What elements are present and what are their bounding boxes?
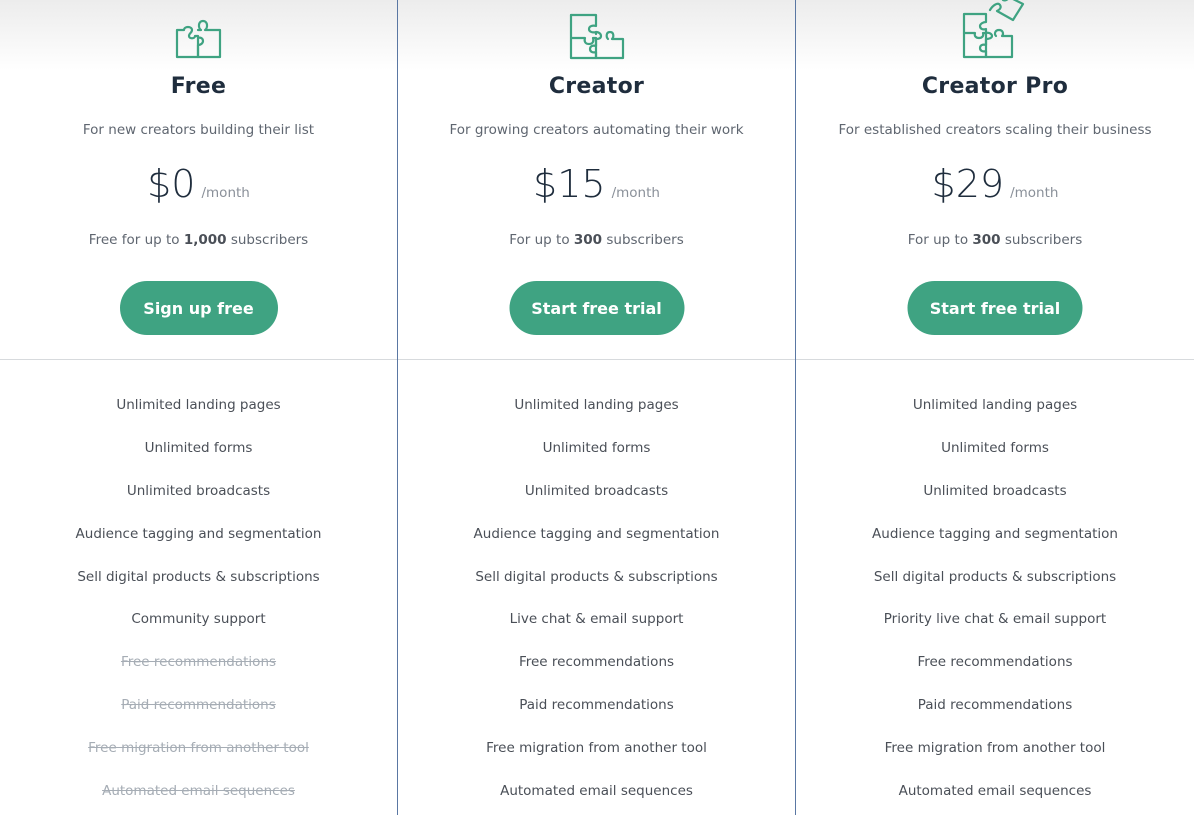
subscriber-limit-prefix: Free for up to — [88, 232, 184, 248]
plan-card-creator-pro: Creator Pro For established creators sca… — [796, 0, 1194, 815]
subscriber-limit-prefix: For up to — [509, 232, 574, 248]
price-row: $0/month — [0, 162, 397, 206]
feature-item: Free recommendations — [518, 654, 675, 671]
price-period: /month — [201, 185, 250, 201]
feature-item: Paid recommendations — [917, 697, 1073, 714]
feature-list: Unlimited landing pages Unlimited forms Un… — [398, 396, 795, 825]
feature-item-unavailable: Free migration from another tool — [88, 740, 309, 757]
feature-item: Free migration from another tool — [486, 740, 707, 757]
feature-item: Priority live chat & email support — [883, 611, 1107, 628]
plan-price: $15 — [533, 162, 606, 206]
subscriber-limit-prefix: For up to — [907, 232, 973, 248]
subscriber-limit-suffix: subscribers — [1000, 232, 1083, 248]
price-row: $15/month — [398, 162, 795, 206]
feature-item: Free migration from another tool — [884, 740, 1106, 757]
feature-item: Unlimited forms — [144, 439, 253, 456]
plan-name: Free — [170, 74, 227, 99]
feature-item: Unlimited forms — [941, 439, 1049, 456]
subscriber-limit: Free for up to 1,000 subscribers — [0, 232, 397, 248]
puzzle-icon — [175, 19, 221, 59]
feature-list: Unlimited landing pages Unlimited forms Un… — [0, 396, 397, 825]
feature-item: Free recommendations — [917, 654, 1073, 671]
price-period: /month — [1010, 185, 1059, 201]
plan-card-free: Free For new creators building their lis… — [0, 0, 397, 815]
feature-item: Unlimited broadcasts — [923, 482, 1067, 499]
feature-item: Paid recommendations — [519, 697, 674, 714]
plan-description: For new creators building their list — [82, 122, 315, 138]
plan-description: For growing creators automating their wo… — [449, 122, 744, 138]
subscriber-limit: For up to 300 subscribers — [398, 232, 795, 248]
feature-item: Unlimited forms — [542, 439, 651, 456]
feature-item: Audience tagging and segmentation — [473, 525, 720, 542]
plan-price: $0 — [147, 162, 196, 206]
price-row: $29/month — [796, 162, 1194, 206]
start-free-trial-button[interactable]: Start free trial — [509, 281, 684, 335]
feature-item-unavailable: Free recommendations — [120, 654, 277, 671]
subscriber-count: 1,000 — [183, 232, 227, 248]
subscriber-limit: For up to 300 subscribers — [796, 232, 1194, 248]
puzzle-icon — [569, 13, 624, 60]
start-free-trial-button[interactable]: Start free trial — [907, 281, 1083, 335]
feature-item: Unlimited landing pages — [514, 397, 679, 413]
feature-item: Automated email sequences — [898, 783, 1092, 800]
subscriber-count: 300 — [972, 232, 1001, 248]
feature-item: Audience tagging and segmentation — [75, 525, 322, 542]
feature-item: Unlimited broadcasts — [524, 482, 669, 499]
sign-up-free-button[interactable]: Sign up free — [119, 281, 278, 335]
subscriber-count: 300 — [573, 232, 603, 248]
feature-item: Sell digital products & subscriptions — [77, 568, 320, 585]
feature-item: Live chat & email support — [509, 611, 684, 628]
plan-card-creator: Creator For growing creators automating … — [398, 0, 795, 815]
feature-item: Automated email sequences — [500, 783, 693, 800]
price-period: /month — [611, 185, 660, 201]
feature-item: Unlimited broadcasts — [126, 482, 271, 499]
plan-description: For established creators scaling their b… — [838, 122, 1152, 138]
subscriber-limit-suffix: subscribers — [602, 232, 684, 248]
feature-item: Unlimited landing pages — [912, 397, 1078, 413]
feature-item: Community support — [131, 611, 266, 628]
feature-item: Unlimited landing pages — [116, 397, 281, 413]
plan-name: Creator Pro — [921, 74, 1069, 99]
feature-item: Sell digital products & subscriptions — [873, 568, 1117, 585]
feature-item-unavailable: Paid recommendations — [121, 697, 276, 714]
plan-name: Creator — [548, 74, 645, 99]
feature-item: Audience tagging and segmentation — [872, 525, 1118, 542]
feature-item: Sell digital products & subscriptions — [475, 568, 718, 585]
feature-list: Unlimited landing pages Unlimited forms Un… — [796, 396, 1194, 825]
feature-item-unavailable: Automated email sequences — [102, 783, 295, 800]
subscriber-limit-suffix: subscribers — [226, 232, 309, 248]
puzzle-icon — [962, 0, 1025, 59]
plan-price: $29 — [931, 162, 1005, 206]
